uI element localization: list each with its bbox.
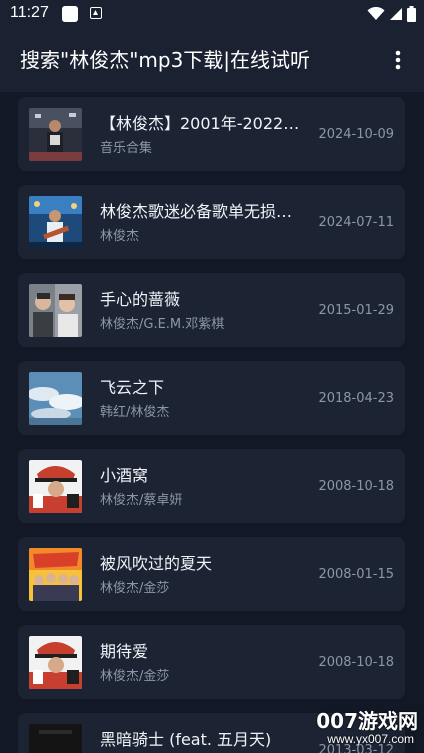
song-title: 被风吹过的夏天 [100, 554, 213, 573]
song-artist: 林俊杰/蔡卓妍 [100, 493, 183, 508]
album-cover-image [29, 724, 82, 753]
song-title: 黑暗骑士 (feat. 五月天) [100, 730, 272, 749]
site-watermark: 007游戏网 www.yx007.com [300, 705, 418, 751]
song-title: 期待爱 [100, 642, 149, 661]
release-date: 2024-10-09 [318, 127, 394, 142]
album-cover-image [29, 284, 82, 337]
song-artist: 林俊杰/G.E.M.邓紫棋 [100, 317, 225, 332]
song-list[interactable]: 【林俊杰】2001年-2022年歌曲合集 音乐合集 2024-10-09 林俊杰… [0, 92, 424, 753]
album-cover-image [29, 108, 82, 161]
release-date: 2008-01-15 [318, 567, 394, 582]
song-item[interactable]: 期待爱 林俊杰/金莎 2008-10-18 [18, 625, 405, 699]
song-artist: 林俊杰/金莎 [100, 669, 170, 684]
watermark-title: 007游戏网 [316, 709, 418, 733]
song-artist: 音乐合集 [100, 141, 153, 156]
song-item[interactable]: 手心的蔷薇 林俊杰/G.E.M.邓紫棋 2015-01-29 [18, 273, 405, 347]
song-title: 飞云之下 [100, 378, 165, 397]
release-date: 2018-04-23 [318, 391, 394, 406]
status-time: 11:27 [10, 4, 49, 21]
signal-icon [390, 8, 402, 20]
song-title: 手心的蔷薇 [100, 290, 181, 309]
more-vert-icon [395, 50, 401, 70]
song-item[interactable]: 小酒窝 林俊杰/蔡卓妍 2008-10-18 [18, 449, 405, 523]
more-options-button[interactable] [384, 46, 412, 74]
wifi-icon [367, 7, 385, 20]
notification-icon [62, 6, 78, 22]
album-cover-image [29, 636, 82, 689]
battery-icon [407, 6, 416, 22]
app-bar: 搜索"林俊杰"mp3下载|在线试听 [0, 28, 424, 92]
song-artist: 韩红/林俊杰 [100, 405, 170, 420]
song-artist: 林俊杰/金莎 [100, 581, 170, 596]
song-item[interactable]: 飞云之下 韩红/林俊杰 2018-04-23 [18, 361, 405, 435]
release-date: 2024-07-11 [318, 215, 394, 230]
page-title: 搜索"林俊杰"mp3下载|在线试听 [20, 48, 311, 72]
release-date: 2008-10-18 [318, 479, 394, 494]
release-date: 2008-10-18 [318, 655, 394, 670]
album-cover-image [29, 196, 82, 249]
album-cover-image [29, 548, 82, 601]
watermark-url: www.yx007.com [327, 732, 414, 746]
song-item[interactable]: 林俊杰歌迷必备歌单无损音质 林俊杰 2024-07-11 [18, 185, 405, 259]
song-item[interactable]: 被风吹过的夏天 林俊杰/金莎 2008-01-15 [18, 537, 405, 611]
album-cover-image [29, 372, 82, 425]
album-cover-image [29, 460, 82, 513]
release-date: 2015-01-29 [318, 303, 394, 318]
status-icons [367, 6, 416, 22]
song-item[interactable]: 【林俊杰】2001年-2022年歌曲合集 音乐合集 2024-10-09 [18, 97, 405, 171]
song-title: 【林俊杰】2001年-2022年歌曲合集 [100, 114, 300, 133]
song-title: 小酒窝 [100, 466, 149, 485]
app-notification-icon [90, 7, 102, 19]
status-bar: 11:27 [0, 0, 424, 28]
song-artist: 林俊杰 [100, 229, 140, 244]
song-title: 林俊杰歌迷必备歌单无损音质 [100, 202, 300, 221]
